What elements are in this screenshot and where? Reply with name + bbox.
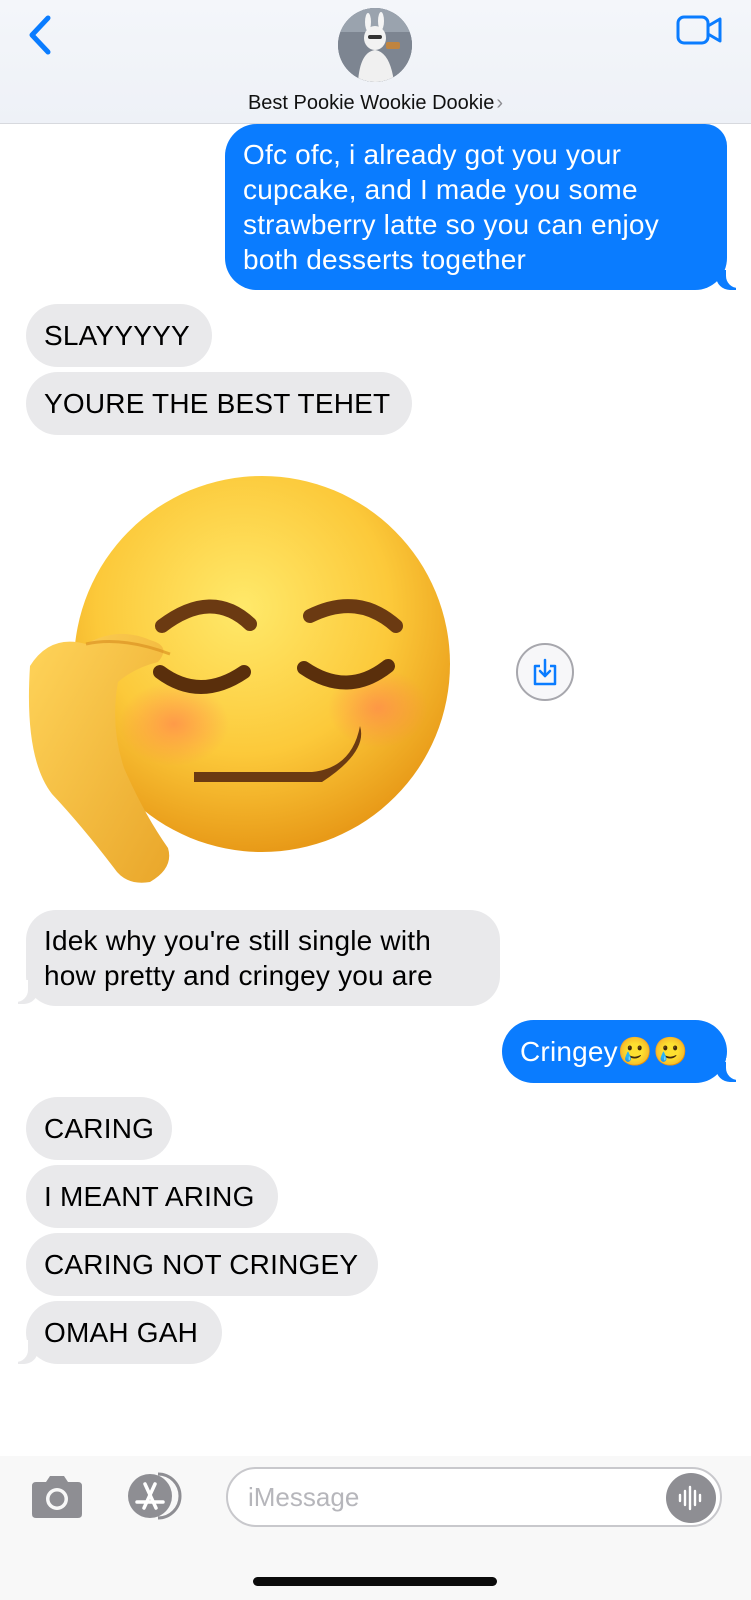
save-image-button[interactable]	[516, 643, 574, 701]
message-input-placeholder: iMessage	[248, 1481, 360, 1512]
contact-avatar[interactable]	[338, 8, 412, 82]
message-text: Cringey🥲🥲	[520, 1036, 689, 1067]
outgoing-message[interactable]: Cringey🥲🥲	[502, 1020, 727, 1083]
message-text: CARING NOT CRINGEY	[44, 1249, 359, 1280]
message-text: YOURE THE BEST TEHET	[44, 388, 391, 419]
bubble-tail	[8, 980, 38, 1004]
incoming-message[interactable]: I MEANT ARING	[26, 1165, 278, 1228]
chevron-right-icon: ›	[496, 92, 504, 114]
download-icon	[533, 658, 557, 686]
app-store-icon	[128, 1472, 182, 1520]
outgoing-message[interactable]: Ofc ofc, i already got you your cupcake,…	[225, 124, 727, 290]
contact-name: Best Pookie Wookie Dookie	[247, 92, 495, 114]
audio-waveform-icon	[678, 1485, 702, 1511]
audio-message-button[interactable]	[666, 1473, 716, 1523]
home-indicator[interactable]	[253, 1577, 497, 1586]
image-message[interactable]	[22, 476, 470, 896]
video-camera-icon	[676, 15, 722, 45]
camera-icon	[32, 1476, 82, 1518]
app-drawer-button[interactable]	[122, 1472, 188, 1520]
camera-button[interactable]	[28, 1472, 86, 1520]
message-line: cupcake, and I made you some	[243, 174, 638, 205]
message-text: OMAH GAH	[44, 1317, 199, 1348]
message-line: how pretty and cringey you are	[44, 960, 433, 991]
incoming-message[interactable]: YOURE THE BEST TEHET	[26, 372, 412, 435]
incoming-message[interactable]: CARING	[26, 1097, 172, 1160]
incoming-message[interactable]: OMAH GAH	[26, 1301, 222, 1364]
incoming-message[interactable]: Idek why you're still single with how pr…	[26, 910, 500, 1006]
smirking-face-emoji-image	[28, 476, 450, 883]
avatar-photo	[338, 8, 412, 82]
message-line: both desserts together	[243, 244, 527, 275]
message-text: CARING	[44, 1113, 155, 1144]
chevron-left-icon	[29, 15, 51, 55]
message-text: SLAYYYYY	[44, 320, 190, 351]
message-line: strawberry latte so you can enjoy	[243, 209, 659, 240]
bubble-tail	[716, 266, 746, 290]
bubble-tail	[716, 1058, 746, 1082]
message-line: Ofc ofc, i already got you your	[243, 139, 622, 170]
message-input[interactable]: iMessage	[226, 1467, 722, 1527]
contact-name-button[interactable]: Best Pookie Wookie Dookie ›	[0, 92, 751, 115]
incoming-message[interactable]: CARING NOT CRINGEY	[26, 1233, 378, 1296]
incoming-message[interactable]: SLAYYYYY	[26, 304, 212, 367]
message-text: I MEANT ARING	[44, 1181, 255, 1212]
message-line: Idek why you're still single with	[44, 925, 431, 956]
facetime-video-button[interactable]	[676, 12, 724, 48]
bubble-tail	[8, 1340, 38, 1364]
back-button[interactable]	[22, 12, 58, 58]
